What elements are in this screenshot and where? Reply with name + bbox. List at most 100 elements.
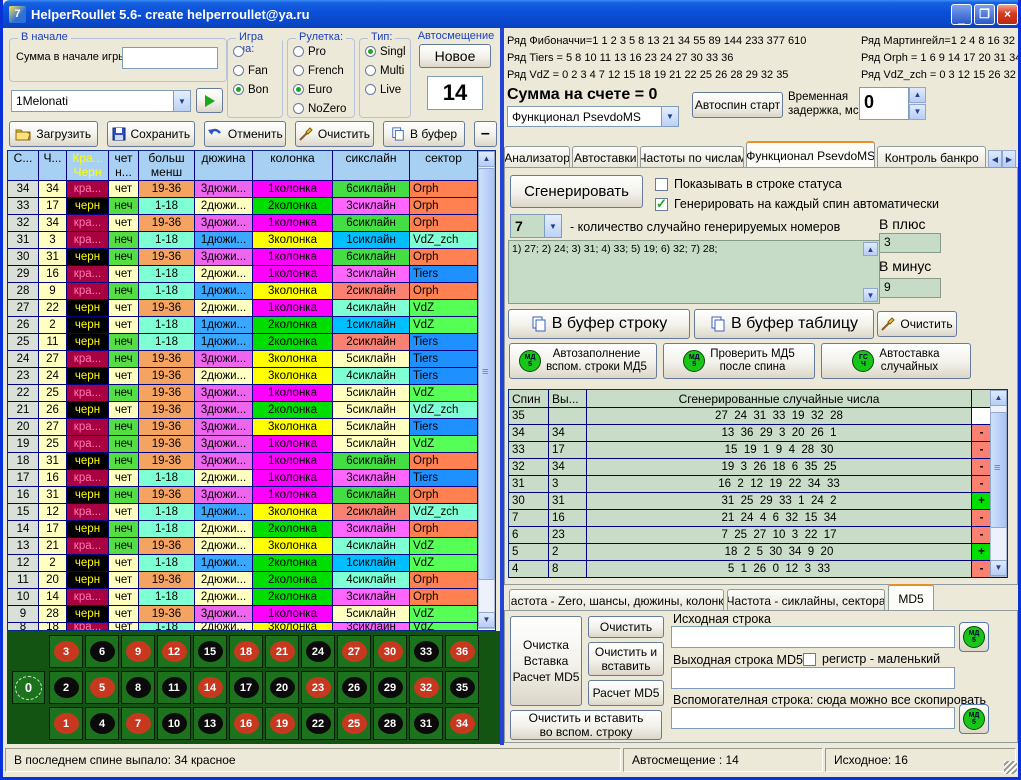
board-cell-15[interactable]: 15 (193, 635, 227, 668)
board-cell-8[interactable]: 8 (121, 671, 155, 704)
tab-main-5[interactable]: Контроль банкро (877, 146, 986, 168)
table-row[interactable]: 3317черннеч1-182дюжи...2колонка3сиклайнO… (8, 198, 495, 215)
radio-option-live[interactable]: Live (365, 83, 410, 96)
board-cell-24[interactable]: 24 (301, 635, 335, 668)
register-checkbox[interactable] (803, 653, 816, 666)
autogen-checkbox-row[interactable]: Генерировать на каждый спин автоматическ… (655, 197, 939, 211)
collapse-button[interactable]: – (474, 121, 497, 147)
table-row[interactable]: 485 1 26 0 12 3 33- (509, 561, 1007, 578)
profile-combobox[interactable]: 1Melonati ▼ (11, 90, 191, 112)
table-row[interactable]: 1120чернчет19-362дюжи...2колонка4сиклайн… (8, 572, 495, 589)
board-cell-7[interactable]: 7 (121, 707, 155, 740)
md5-source-calc-button[interactable]: МД5 (959, 622, 989, 652)
md5-source-input[interactable] (671, 626, 955, 648)
board-cell-32[interactable]: 32 (409, 671, 443, 704)
textarea-scrollbar[interactable]: ▲ ▼ (863, 242, 878, 302)
board-cell-6[interactable]: 6 (85, 635, 119, 668)
board-cell-0[interactable]: 0 (12, 671, 45, 704)
board-cell-36[interactable]: 36 (445, 635, 479, 668)
md5-big-button[interactable]: ОчисткаВставкаРасчет MD5 (510, 616, 582, 706)
tab-freq-3[interactable]: MD5 (888, 584, 934, 611)
board-cell-3[interactable]: 3 (49, 635, 83, 668)
scroll-down-icon[interactable]: ▼ (990, 560, 1007, 576)
scroll-up-icon[interactable]: ▲ (863, 242, 878, 256)
board-cell-27[interactable]: 27 (337, 635, 371, 668)
board-cell-34[interactable]: 34 (445, 707, 479, 740)
count-combobox[interactable]: 7 ▼ (510, 214, 562, 238)
board-cell-28[interactable]: 28 (373, 707, 407, 740)
history-header-cell[interactable]: сикслайн (333, 151, 410, 180)
spin-header-cell[interactable]: Спин (509, 390, 549, 407)
spin-header-cell[interactable]: Вы... (549, 390, 587, 407)
md5-output-input[interactable] (671, 667, 955, 689)
check-md5-button[interactable]: МД5 Проверить МД5после спина (663, 343, 815, 379)
board-cell-20[interactable]: 20 (265, 671, 299, 704)
clear-button[interactable]: Очистить (295, 121, 375, 147)
radio-icon[interactable] (233, 46, 244, 57)
spin-scrollbar[interactable]: ▲ ▼ (990, 390, 1007, 577)
radio-icon[interactable] (293, 65, 304, 76)
table-row[interactable]: 3527 24 31 33 19 32 28 (509, 408, 1007, 425)
history-header-cell[interactable]: четн... (109, 151, 139, 180)
board-cell-26[interactable]: 26 (337, 671, 371, 704)
history-header-cell[interactable]: колонка (253, 151, 333, 180)
table-row[interactable]: 1925кра...неч19-363дюжи...1колонка5сикла… (8, 436, 495, 453)
show-status-checkbox[interactable] (655, 178, 668, 191)
autospin-start-button[interactable]: Автоспин старт (692, 92, 783, 118)
md5-aux-input[interactable] (671, 707, 955, 729)
generate-button[interactable]: Сгенерировать (510, 175, 643, 208)
scroll-down-icon[interactable]: ▼ (478, 612, 495, 628)
generated-numbers-textarea[interactable]: 1) 27; 2) 24; 3) 31; 4) 33; 5) 19; 6) 32… (508, 240, 880, 304)
history-header-cell[interactable]: Ч... (39, 151, 67, 180)
table-row[interactable]: 2225кра...неч19-363дюжи...1колонка5сикла… (8, 385, 495, 402)
spin-scroll-thumb[interactable] (990, 412, 1007, 528)
tab-main-1[interactable]: Анализатор (504, 146, 570, 168)
radio-option-french[interactable]: French (293, 64, 354, 77)
table-row[interactable]: 3234кра...чет19-363дюжи...1колонка6сикла… (8, 215, 495, 232)
radio-option-pro[interactable]: Pro (293, 45, 354, 58)
table-row[interactable]: 2027кра...неч19-363дюжи...3колонка5сикла… (8, 419, 495, 436)
board-cell-11[interactable]: 11 (157, 671, 191, 704)
delay-input[interactable]: 0 (859, 87, 909, 120)
table-row[interactable]: 303131 25 29 33 1 24 2+ (509, 493, 1007, 510)
new-offset-button[interactable]: Новое (419, 44, 491, 68)
board-cell-19[interactable]: 19 (265, 707, 299, 740)
table-row[interactable]: 2324чернчет19-362дюжи...3колонка4сиклайн… (8, 368, 495, 385)
table-row[interactable]: 2916кра...чет1-182дюжи...1колонка3сиклай… (8, 266, 495, 283)
radio-icon[interactable] (293, 103, 304, 114)
board-cell-14[interactable]: 14 (193, 671, 227, 704)
autobet-random-button[interactable]: ГСЧ Автоставкаслучайных (821, 343, 971, 379)
table-row[interactable]: 31316 2 12 19 22 34 33- (509, 476, 1007, 493)
spin-down-icon[interactable]: ▼ (909, 104, 926, 120)
history-header-cell[interactable]: большменш (139, 151, 195, 180)
scroll-up-icon[interactable]: ▲ (478, 151, 495, 167)
copy-row-button[interactable]: В буфер строку (508, 309, 690, 339)
radio-icon[interactable] (233, 84, 244, 95)
radio-option-multi[interactable]: Multi (365, 64, 410, 77)
tab-main-2[interactable]: Автоставки (572, 146, 638, 168)
table-row[interactable]: 313кра...неч1-181дюжи...3колонка1сиклайн… (8, 232, 495, 249)
history-header-cell[interactable]: сектор (410, 151, 478, 180)
chevron-down-icon[interactable]: ▼ (544, 215, 561, 237)
board-cell-16[interactable]: 16 (229, 707, 263, 740)
maximize-button[interactable]: ❐ (974, 4, 995, 25)
tab-freq-2[interactable]: Частота - сиклайны, сектора (727, 589, 885, 611)
table-row[interactable]: 2722чернчет19-362дюжи...1колонка4сиклайн… (8, 300, 495, 317)
tab-scroll-left-icon[interactable]: ◀ (988, 150, 1002, 168)
table-row[interactable]: 3031черннеч19-363дюжи...1колонка6сиклайн… (8, 249, 495, 266)
table-row[interactable]: 122чернчет1-181дюжи...2колонка1сиклайнVd… (8, 555, 495, 572)
play-button[interactable] (196, 88, 223, 113)
show-status-checkbox-row[interactable]: Показывать в строке статуса (655, 177, 842, 191)
table-row[interactable]: 1831черннеч19-363дюжи...1колонка6сиклайн… (8, 453, 495, 470)
radio-option-fan[interactable]: Fan (233, 64, 282, 77)
table-row[interactable]: 1014кра...чет1-182дюжи...2колонка3сиклай… (8, 589, 495, 606)
radio-option-bon[interactable]: Bon (233, 83, 282, 96)
board-cell-18[interactable]: 18 (229, 635, 263, 668)
table-row[interactable]: 71621 24 4 6 32 15 34- (509, 510, 1007, 527)
chevron-down-icon[interactable]: ▼ (661, 107, 678, 126)
board-cell-21[interactable]: 21 (265, 635, 299, 668)
scroll-down-icon[interactable]: ▼ (863, 288, 878, 302)
table-row[interactable]: 262чернчет1-181дюжи...2колонка1сиклайнVd… (8, 317, 495, 334)
radio-option-euro[interactable]: Euro (293, 83, 354, 96)
table-row[interactable]: 928чернчет19-363дюжи...1колонка5сиклайнV… (8, 606, 495, 623)
